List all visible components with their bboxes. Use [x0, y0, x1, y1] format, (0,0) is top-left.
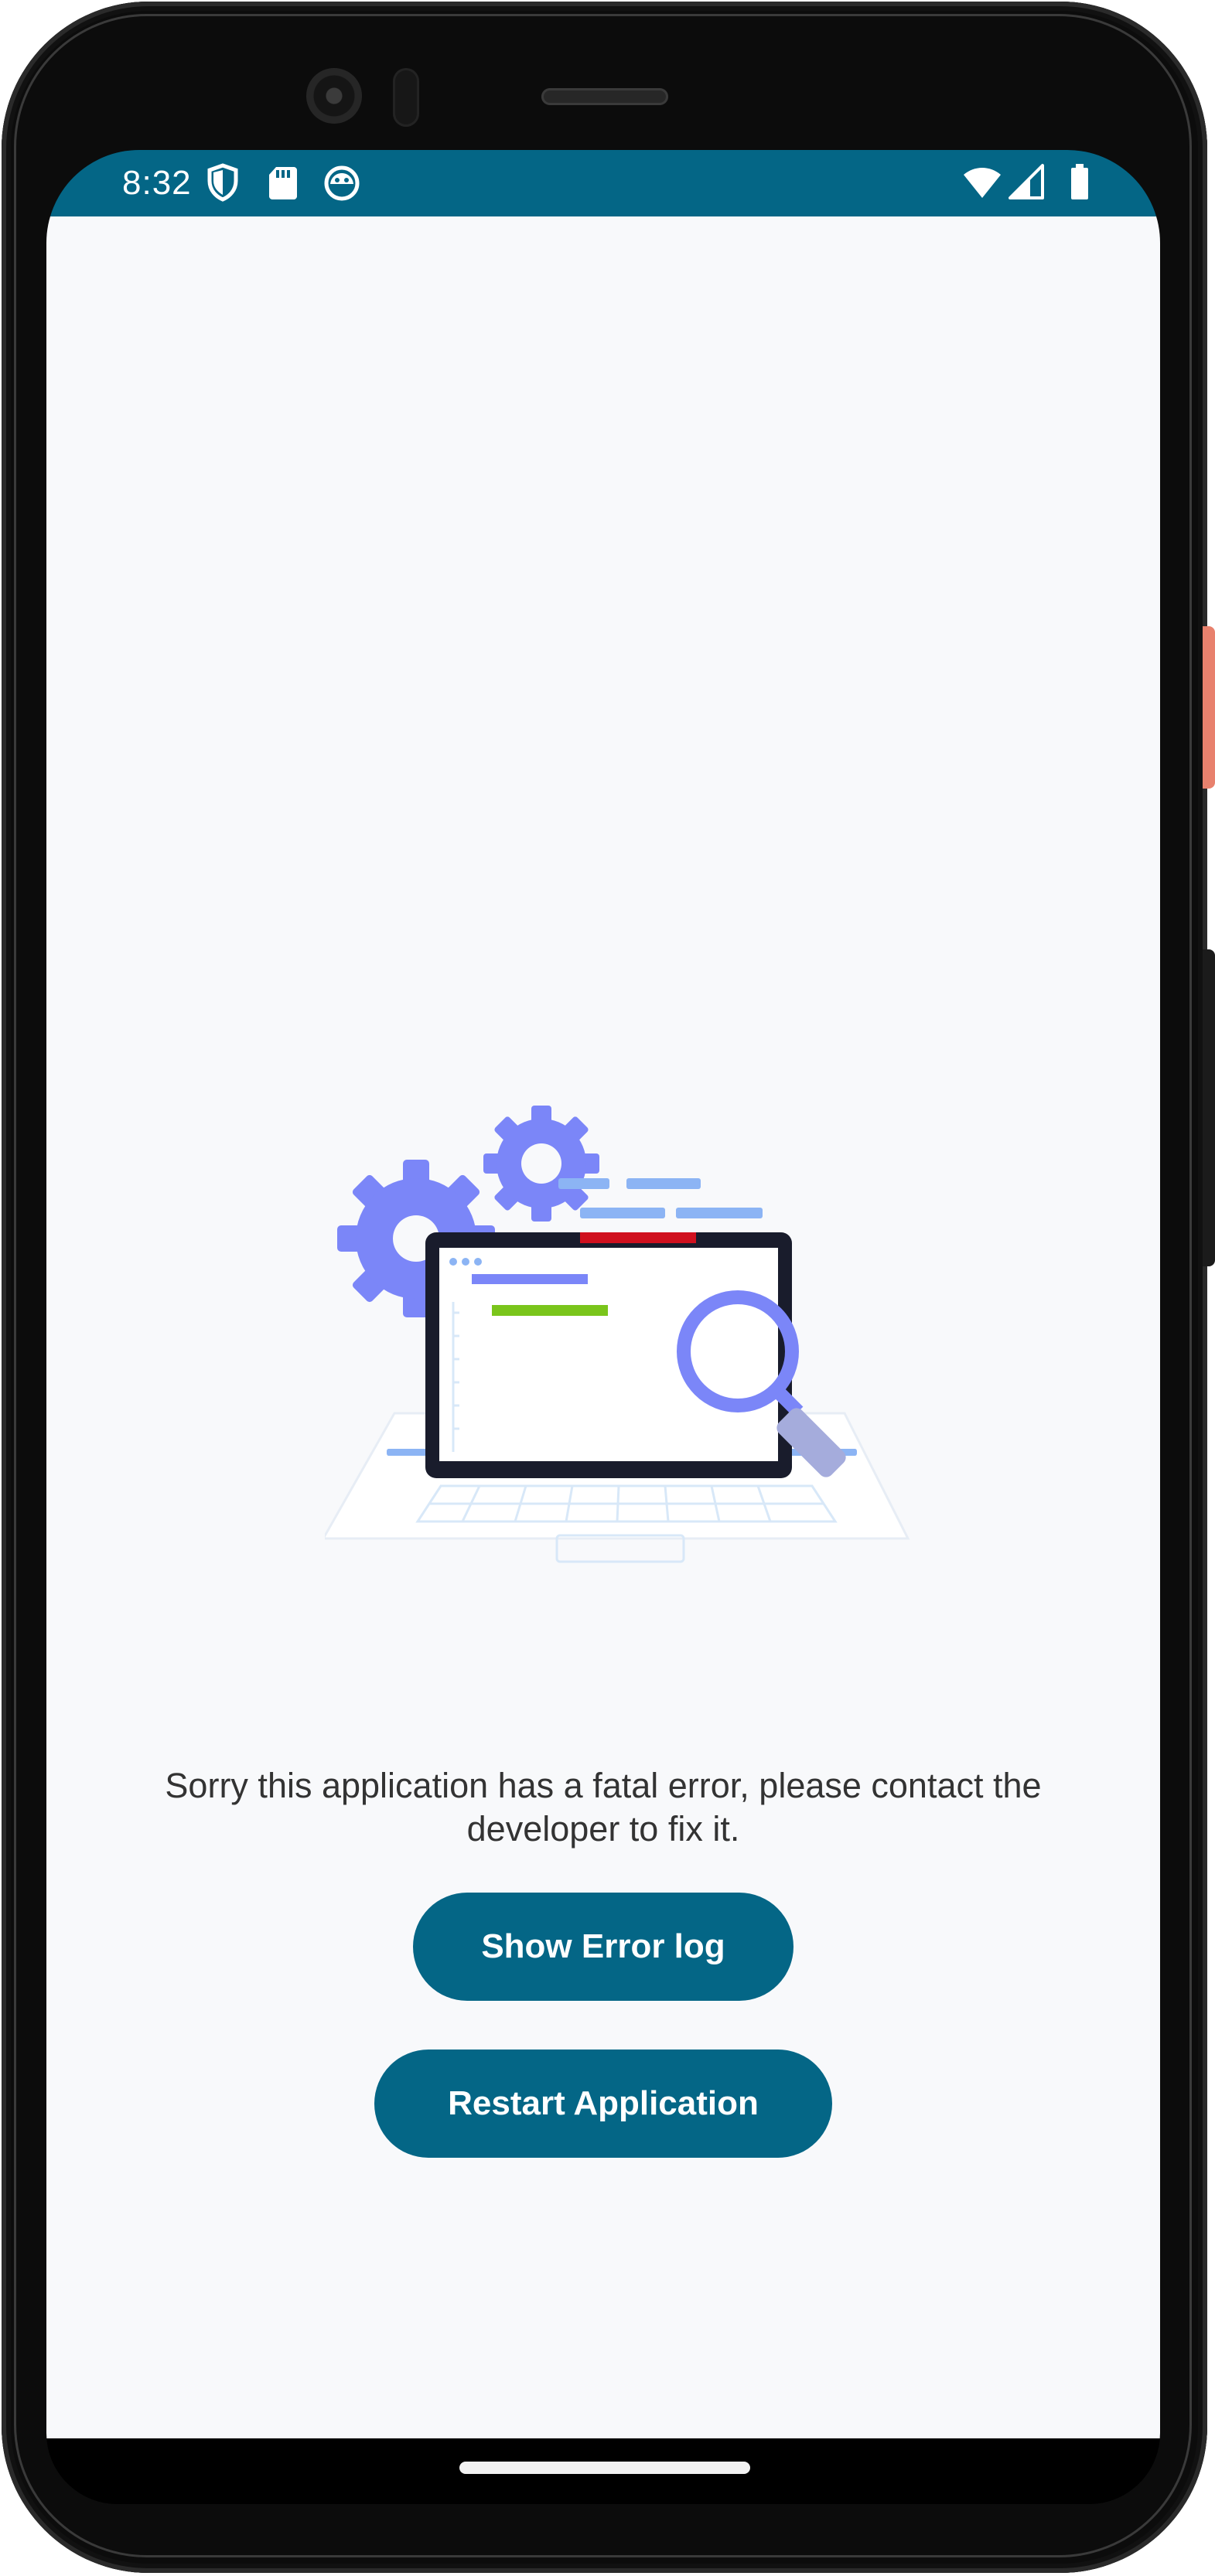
sd-card-icon — [269, 167, 297, 199]
error-illustration — [325, 1106, 910, 1563]
status-time: 8:32 — [122, 164, 192, 202]
android-debug-icon — [324, 165, 360, 201]
cell-signal-icon — [1009, 164, 1044, 199]
phone-screen: 8:32 Sorry this application has a fatal … — [46, 150, 1160, 2504]
power-button — [1203, 626, 1215, 789]
volume-button — [1203, 949, 1215, 1266]
code-lines — [558, 1178, 763, 1218]
show-error-log-button[interactable]: Show Error log — [413, 1893, 794, 2001]
front-camera — [306, 68, 362, 124]
earpiece-speaker — [541, 88, 668, 105]
battery-icon — [1071, 164, 1088, 199]
shield-icon — [207, 163, 238, 202]
crash-screen: Sorry this application has a fatal error… — [46, 216, 1160, 2438]
status-bar: 8:32 — [46, 150, 1160, 216]
error-message: Sorry this application has a fatal error… — [165, 1766, 1042, 1849]
restart-application-button[interactable]: Restart Application — [374, 2050, 832, 2158]
proximity-sensor — [393, 68, 419, 127]
wifi-icon — [964, 168, 1001, 198]
home-gesture-handle[interactable] — [459, 2462, 750, 2474]
